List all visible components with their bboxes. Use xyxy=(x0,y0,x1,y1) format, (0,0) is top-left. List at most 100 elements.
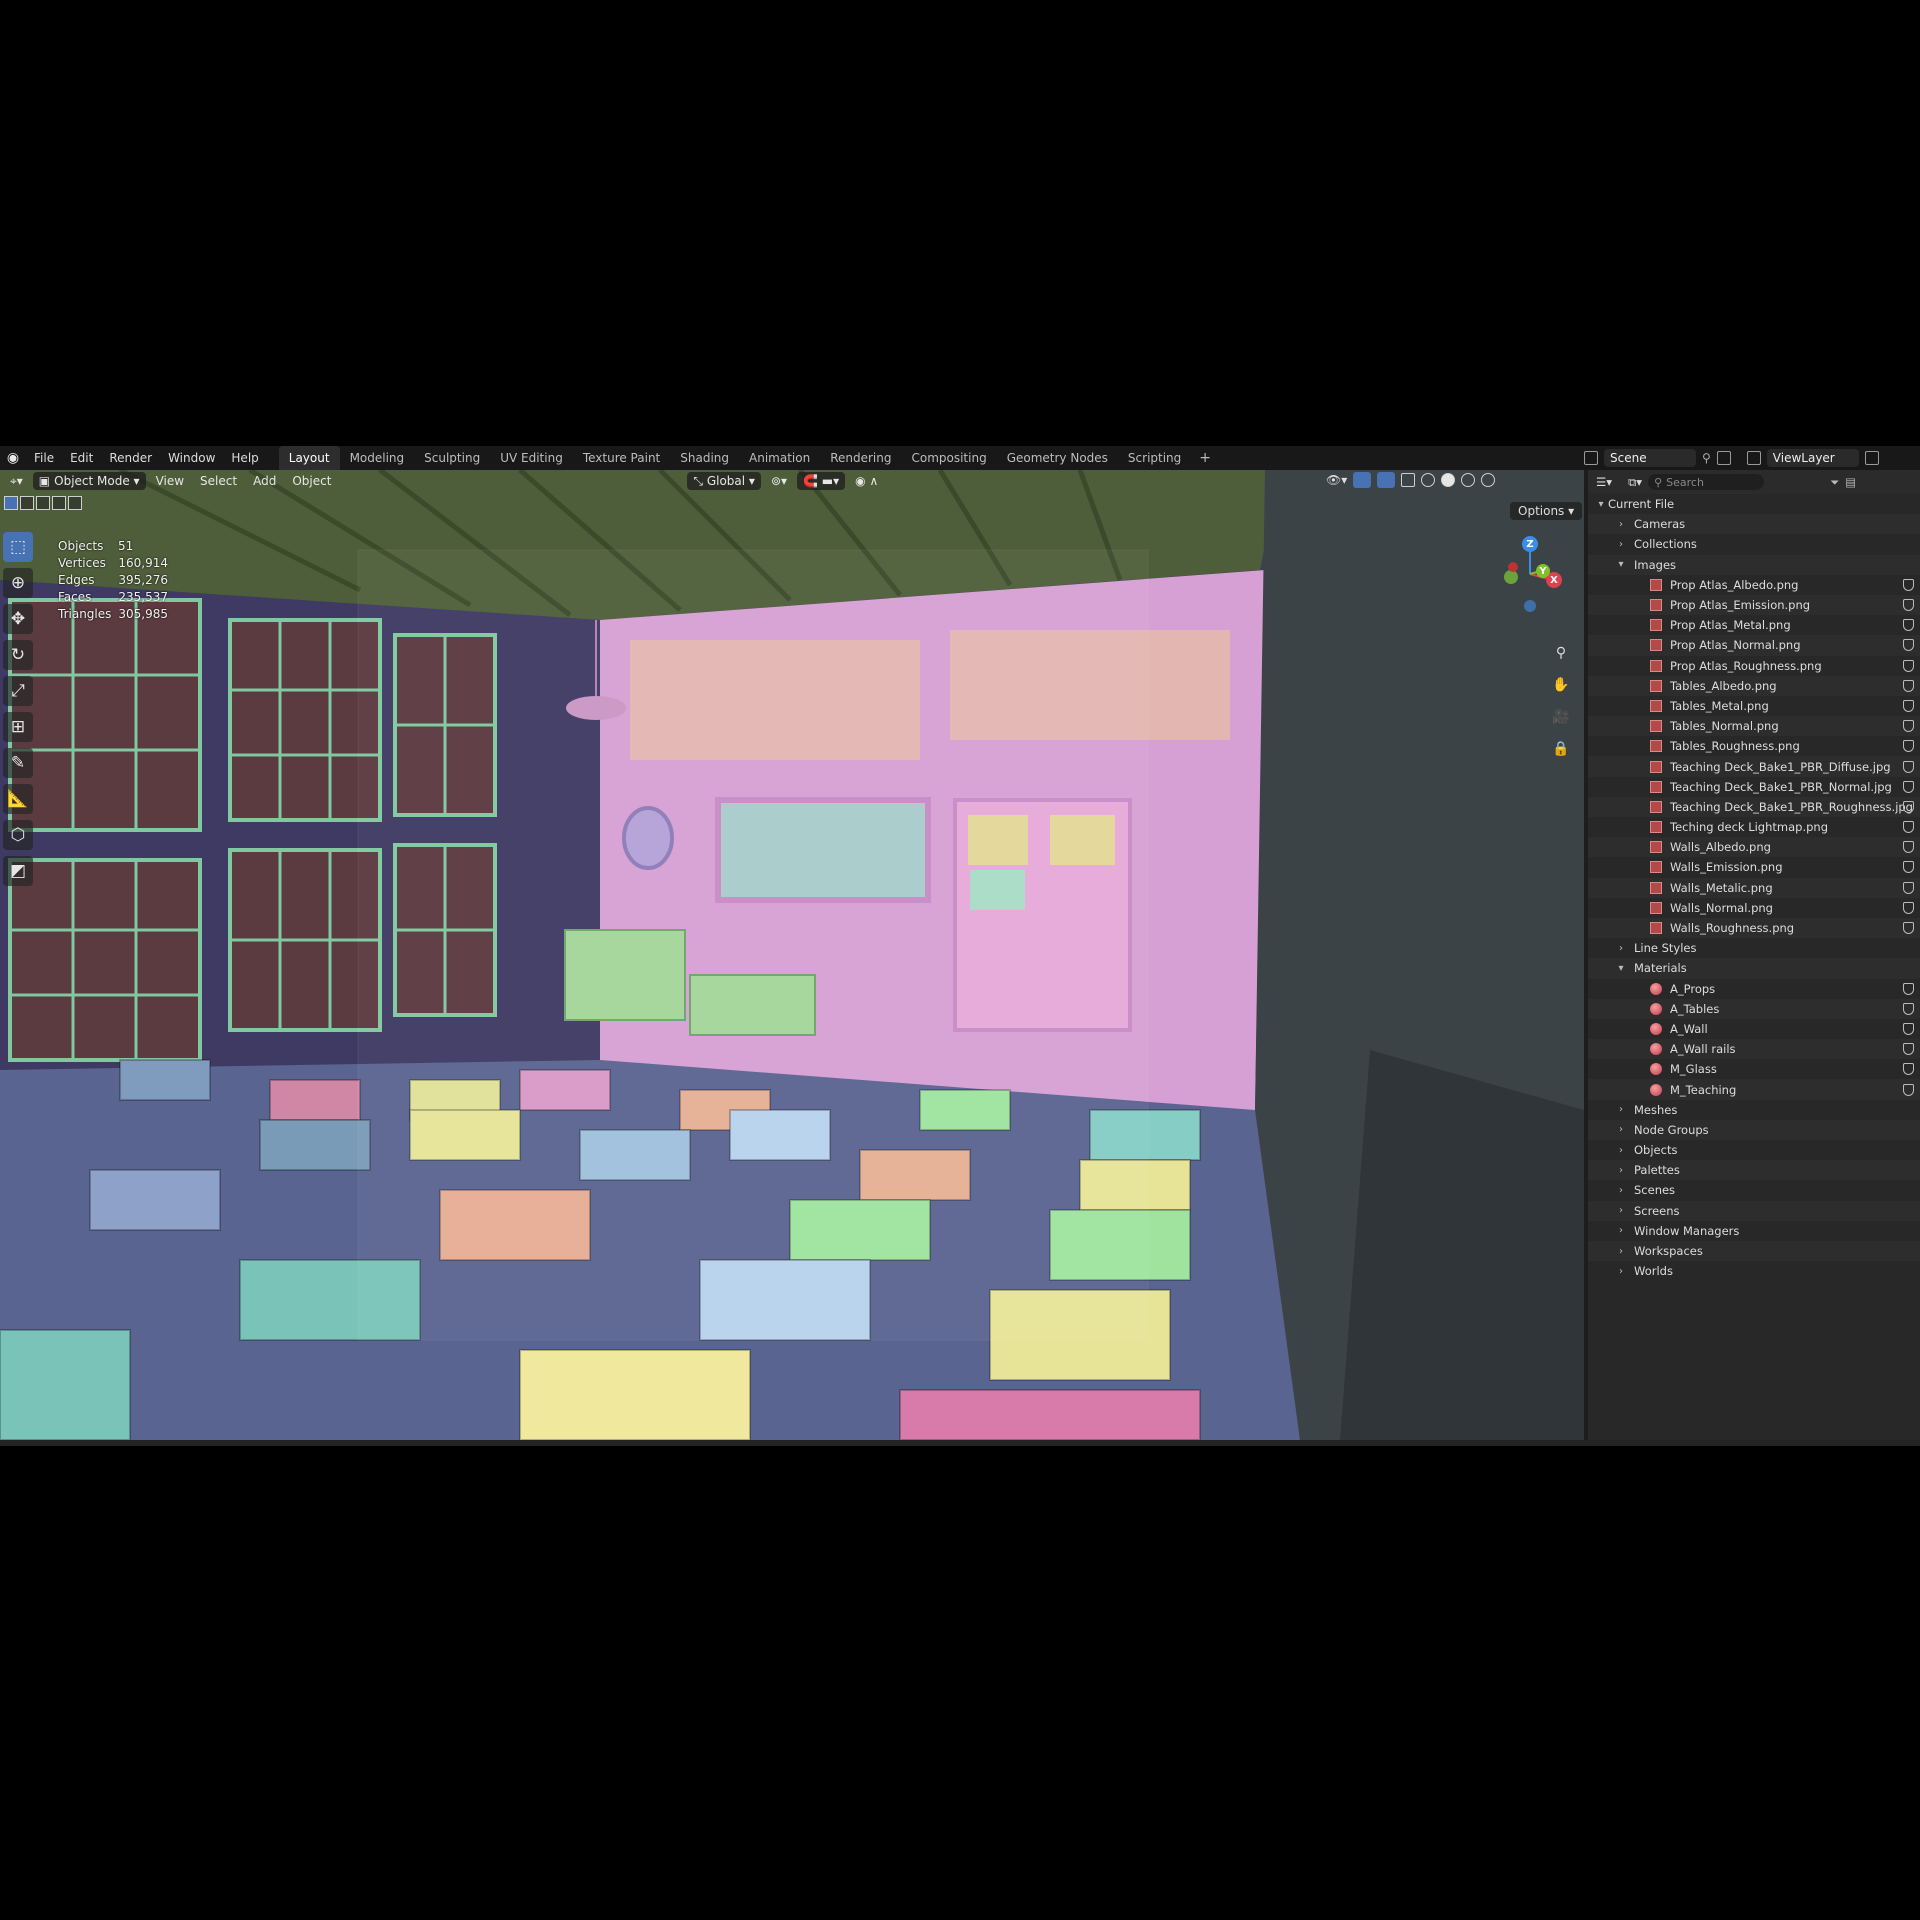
transform-tool-icon[interactable]: ⊞ xyxy=(3,712,33,742)
fake-user-icon[interactable] xyxy=(1903,861,1914,874)
solid-shading-icon[interactable] xyxy=(1441,473,1456,487)
tree-group-scenes[interactable]: › Scenes xyxy=(1588,1180,1920,1200)
rotate-tool-icon[interactable]: ↻ xyxy=(3,640,33,670)
image-item[interactable]: Prop Atlas_Metal.png xyxy=(1588,615,1920,635)
zoom-icon[interactable]: ⚲ xyxy=(1548,640,1574,666)
axis-neg-y-icon[interactable] xyxy=(1504,570,1518,584)
orientation-dropdown[interactable]: ⤡ Global ▾ xyxy=(687,472,761,490)
fake-user-icon[interactable] xyxy=(1903,800,1914,813)
image-item[interactable]: Teaching Deck_Bake1_PBR_Roughness.jpg xyxy=(1588,796,1920,817)
tree-group-cameras[interactable]: › Cameras xyxy=(1588,514,1920,535)
classroom-scene[interactable] xyxy=(0,470,1584,1440)
chevron-down-icon[interactable]: ▾ xyxy=(1614,963,1628,974)
fake-user-icon[interactable] xyxy=(1903,578,1914,591)
image-item[interactable]: Prop Atlas_Roughness.png xyxy=(1588,656,1920,676)
fake-user-icon[interactable] xyxy=(1903,821,1914,834)
tree-group-materials[interactable]: ▾ Materials xyxy=(1588,958,1920,979)
tab-rendering[interactable]: Rendering xyxy=(820,446,901,470)
navigation-gizmo[interactable]: Z X Y xyxy=(1490,532,1570,612)
chevron-down-icon[interactable]: ▾ xyxy=(1594,499,1608,510)
material-item[interactable]: M_Glass xyxy=(1588,1059,1920,1079)
menu-render[interactable]: Render xyxy=(101,446,160,470)
material-shading-icon[interactable] xyxy=(1461,473,1476,487)
proportional-edit-icon[interactable]: ◉ ∧ xyxy=(849,472,884,490)
fake-user-icon[interactable] xyxy=(1903,841,1914,854)
tree-group-window-managers[interactable]: › Window Managers xyxy=(1588,1221,1920,1241)
tab-compositing[interactable]: Compositing xyxy=(901,446,996,470)
fake-user-icon[interactable] xyxy=(1903,619,1914,632)
mode-dropdown[interactable]: ▣ Object Mode ▾ xyxy=(32,472,146,490)
material-item[interactable]: M_Teaching xyxy=(1588,1079,1920,1100)
menu-help[interactable]: Help xyxy=(223,446,266,470)
image-item[interactable]: Prop Atlas_Normal.png xyxy=(1588,635,1920,656)
menu-file[interactable]: File xyxy=(26,446,62,470)
chevron-right-icon[interactable]: › xyxy=(1614,1124,1628,1135)
fake-user-icon[interactable] xyxy=(1903,922,1914,935)
overlay-toggle[interactable] xyxy=(1377,472,1396,488)
chevron-down-icon[interactable]: ▾ xyxy=(1614,559,1628,570)
image-item[interactable]: Walls_Roughness.png xyxy=(1588,917,1920,939)
tab-texture-paint[interactable]: Texture Paint xyxy=(573,446,670,470)
tab-geometry-nodes[interactable]: Geometry Nodes xyxy=(997,446,1118,470)
view-layer-icon[interactable] xyxy=(1746,451,1761,465)
fake-user-icon[interactable] xyxy=(1903,760,1914,773)
fake-user-icon[interactable] xyxy=(1903,639,1914,652)
tree-root-current-file[interactable]: ▾ Current File xyxy=(1588,494,1920,514)
image-item[interactable]: Teaching Deck_Bake1_PBR_Diffuse.jpg xyxy=(1588,756,1920,777)
fake-user-icon[interactable] xyxy=(1903,659,1914,672)
fake-user-icon[interactable] xyxy=(1903,982,1914,995)
image-item[interactable]: Walls_Emission.png xyxy=(1588,857,1920,877)
material-item[interactable]: A_Tables xyxy=(1588,998,1920,1019)
fake-user-icon[interactable] xyxy=(1903,699,1914,712)
rendered-shading-icon[interactable] xyxy=(1481,473,1496,487)
axis-neg-z-icon[interactable] xyxy=(1524,600,1536,612)
fake-user-icon[interactable] xyxy=(1903,1002,1914,1015)
tab-modeling[interactable]: Modeling xyxy=(340,446,415,470)
visibility-icon[interactable]: 👁▾ xyxy=(1326,473,1347,487)
tab-shading[interactable]: Shading xyxy=(670,446,739,470)
fake-user-icon[interactable] xyxy=(1903,1063,1914,1076)
gizmo-toggle[interactable] xyxy=(1353,472,1372,488)
tab-sculpting[interactable]: Sculpting xyxy=(414,446,490,470)
scene-name-field[interactable]: Scene xyxy=(1604,449,1696,467)
axis-neg-x-icon[interactable] xyxy=(1508,562,1518,572)
select-menu[interactable]: Select xyxy=(194,472,243,490)
image-item[interactable]: Prop Atlas_Albedo.png xyxy=(1588,575,1920,595)
chevron-right-icon[interactable]: › xyxy=(1614,519,1628,530)
camera-view-icon[interactable]: 🎥 xyxy=(1548,704,1574,730)
fake-user-icon[interactable] xyxy=(1903,1043,1914,1056)
chevron-right-icon[interactable]: › xyxy=(1614,1266,1628,1277)
select-invert-icon[interactable] xyxy=(52,496,66,510)
tree-group-collections[interactable]: › Collections xyxy=(1588,534,1920,554)
axis-y-icon[interactable]: Y xyxy=(1536,564,1550,578)
tab-layout[interactable]: Layout xyxy=(278,446,340,470)
options-dropdown[interactable]: Options ▾ xyxy=(1510,502,1583,520)
fake-user-icon[interactable] xyxy=(1903,1083,1914,1096)
chevron-right-icon[interactable]: › xyxy=(1614,539,1628,550)
move-tool-icon[interactable]: ✥ xyxy=(3,604,33,634)
fake-user-icon[interactable] xyxy=(1903,780,1914,793)
tree-group-palettes[interactable]: › Palettes xyxy=(1588,1160,1920,1181)
image-item[interactable]: Teching deck Lightmap.png xyxy=(1588,817,1920,837)
cursor-tool-icon[interactable]: ⊕ xyxy=(3,568,33,598)
chevron-right-icon[interactable]: › xyxy=(1614,1165,1628,1176)
fake-user-icon[interactable] xyxy=(1903,881,1914,894)
pin-icon[interactable]: ⚲ xyxy=(1702,451,1711,465)
select-subtract-icon[interactable] xyxy=(36,496,50,510)
filter-icon[interactable]: ⏷ xyxy=(1830,475,1839,490)
select-box-tool-icon[interactable]: ⬚ xyxy=(3,532,33,562)
tree-group-line-styles[interactable]: › Line Styles xyxy=(1588,938,1920,958)
image-item[interactable]: Tables_Metal.png xyxy=(1588,696,1920,716)
image-item[interactable]: Tables_Normal.png xyxy=(1588,716,1920,737)
menu-window[interactable]: Window xyxy=(160,446,223,470)
image-item[interactable]: Tables_Albedo.png xyxy=(1588,675,1920,696)
new-view-layer-icon[interactable] xyxy=(1864,451,1879,465)
tab-scripting[interactable]: Scripting xyxy=(1118,446,1191,470)
new-item-icon[interactable]: ▤ xyxy=(1845,475,1856,489)
new-scene-icon[interactable] xyxy=(1716,451,1731,465)
material-item[interactable]: A_Wall xyxy=(1588,1019,1920,1039)
image-item[interactable]: Teaching Deck_Bake1_PBR_Normal.jpg xyxy=(1588,777,1920,797)
menu-edit[interactable]: Edit xyxy=(62,446,101,470)
tree-group-screens[interactable]: › Screens xyxy=(1588,1200,1920,1221)
image-item[interactable]: Walls_Albedo.png xyxy=(1588,837,1920,858)
